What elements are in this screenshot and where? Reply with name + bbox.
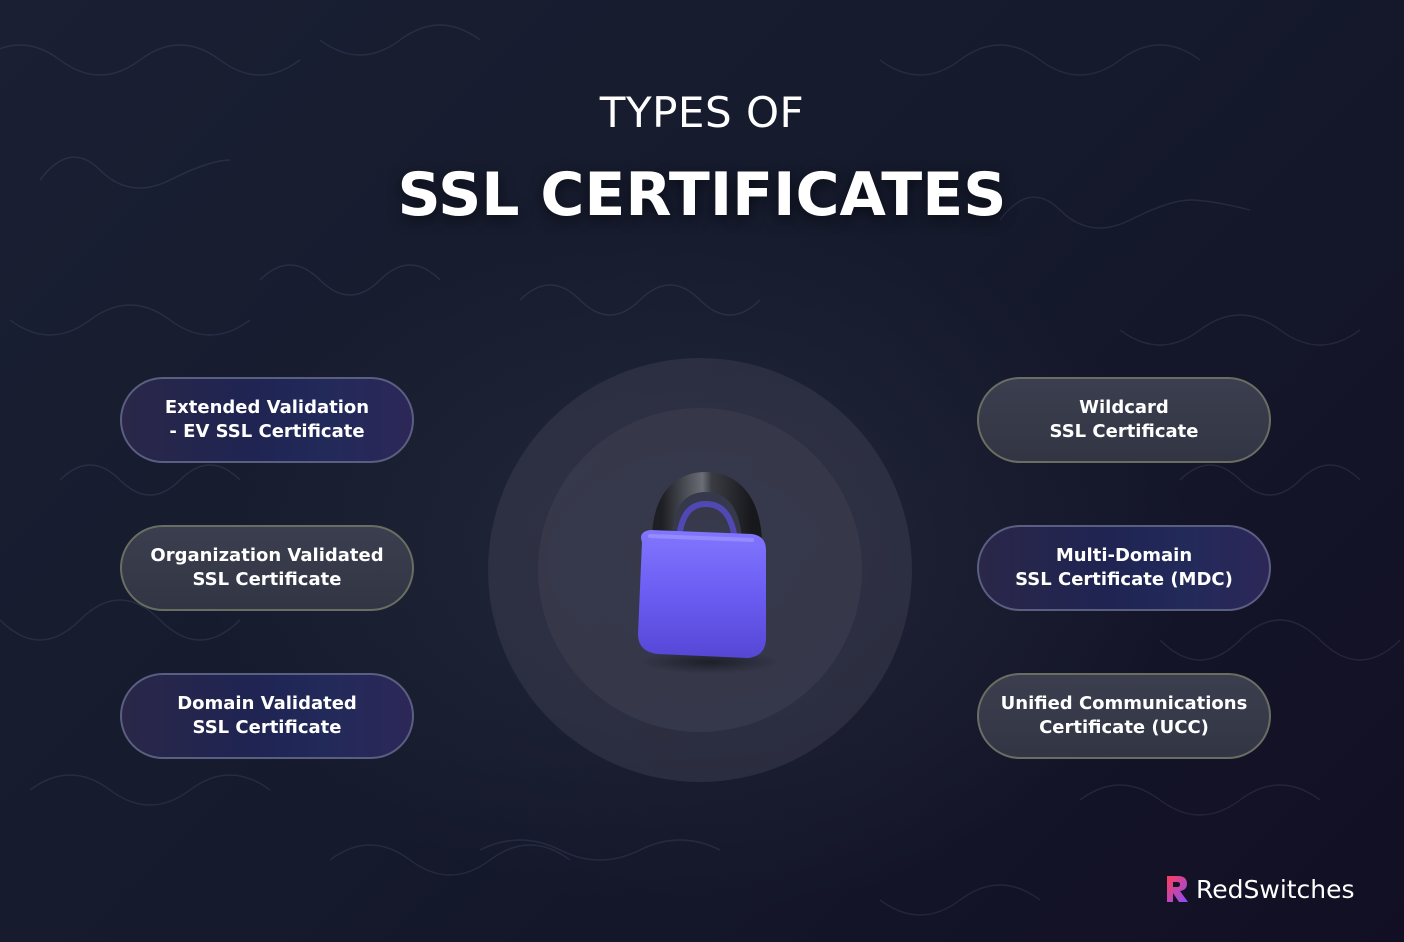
title-line-1: TYPES OF [599, 88, 805, 137]
pill-extended-validation: Extended Validation - EV SSL Certificate [120, 377, 414, 463]
pill-multi-domain: Multi-Domain SSL Certificate (MDC) [977, 525, 1271, 611]
pill-unified-communications: Unified Communications Certificate (UCC) [977, 673, 1271, 759]
brand-name: RedSwitches [1196, 874, 1355, 904]
padlock-icon [638, 471, 780, 674]
pill-wildcard: Wildcard SSL Certificate [977, 377, 1271, 463]
brand: RedSwitches [1164, 872, 1355, 906]
pill-domain-validated: Domain Validated SSL Certificate [120, 673, 414, 759]
pill-organization-validated: Organization Validated SSL Certificate [120, 525, 414, 611]
redswitches-logo-icon [1167, 876, 1188, 902]
title-line-2: SSL CERTIFICATES [397, 160, 1007, 230]
